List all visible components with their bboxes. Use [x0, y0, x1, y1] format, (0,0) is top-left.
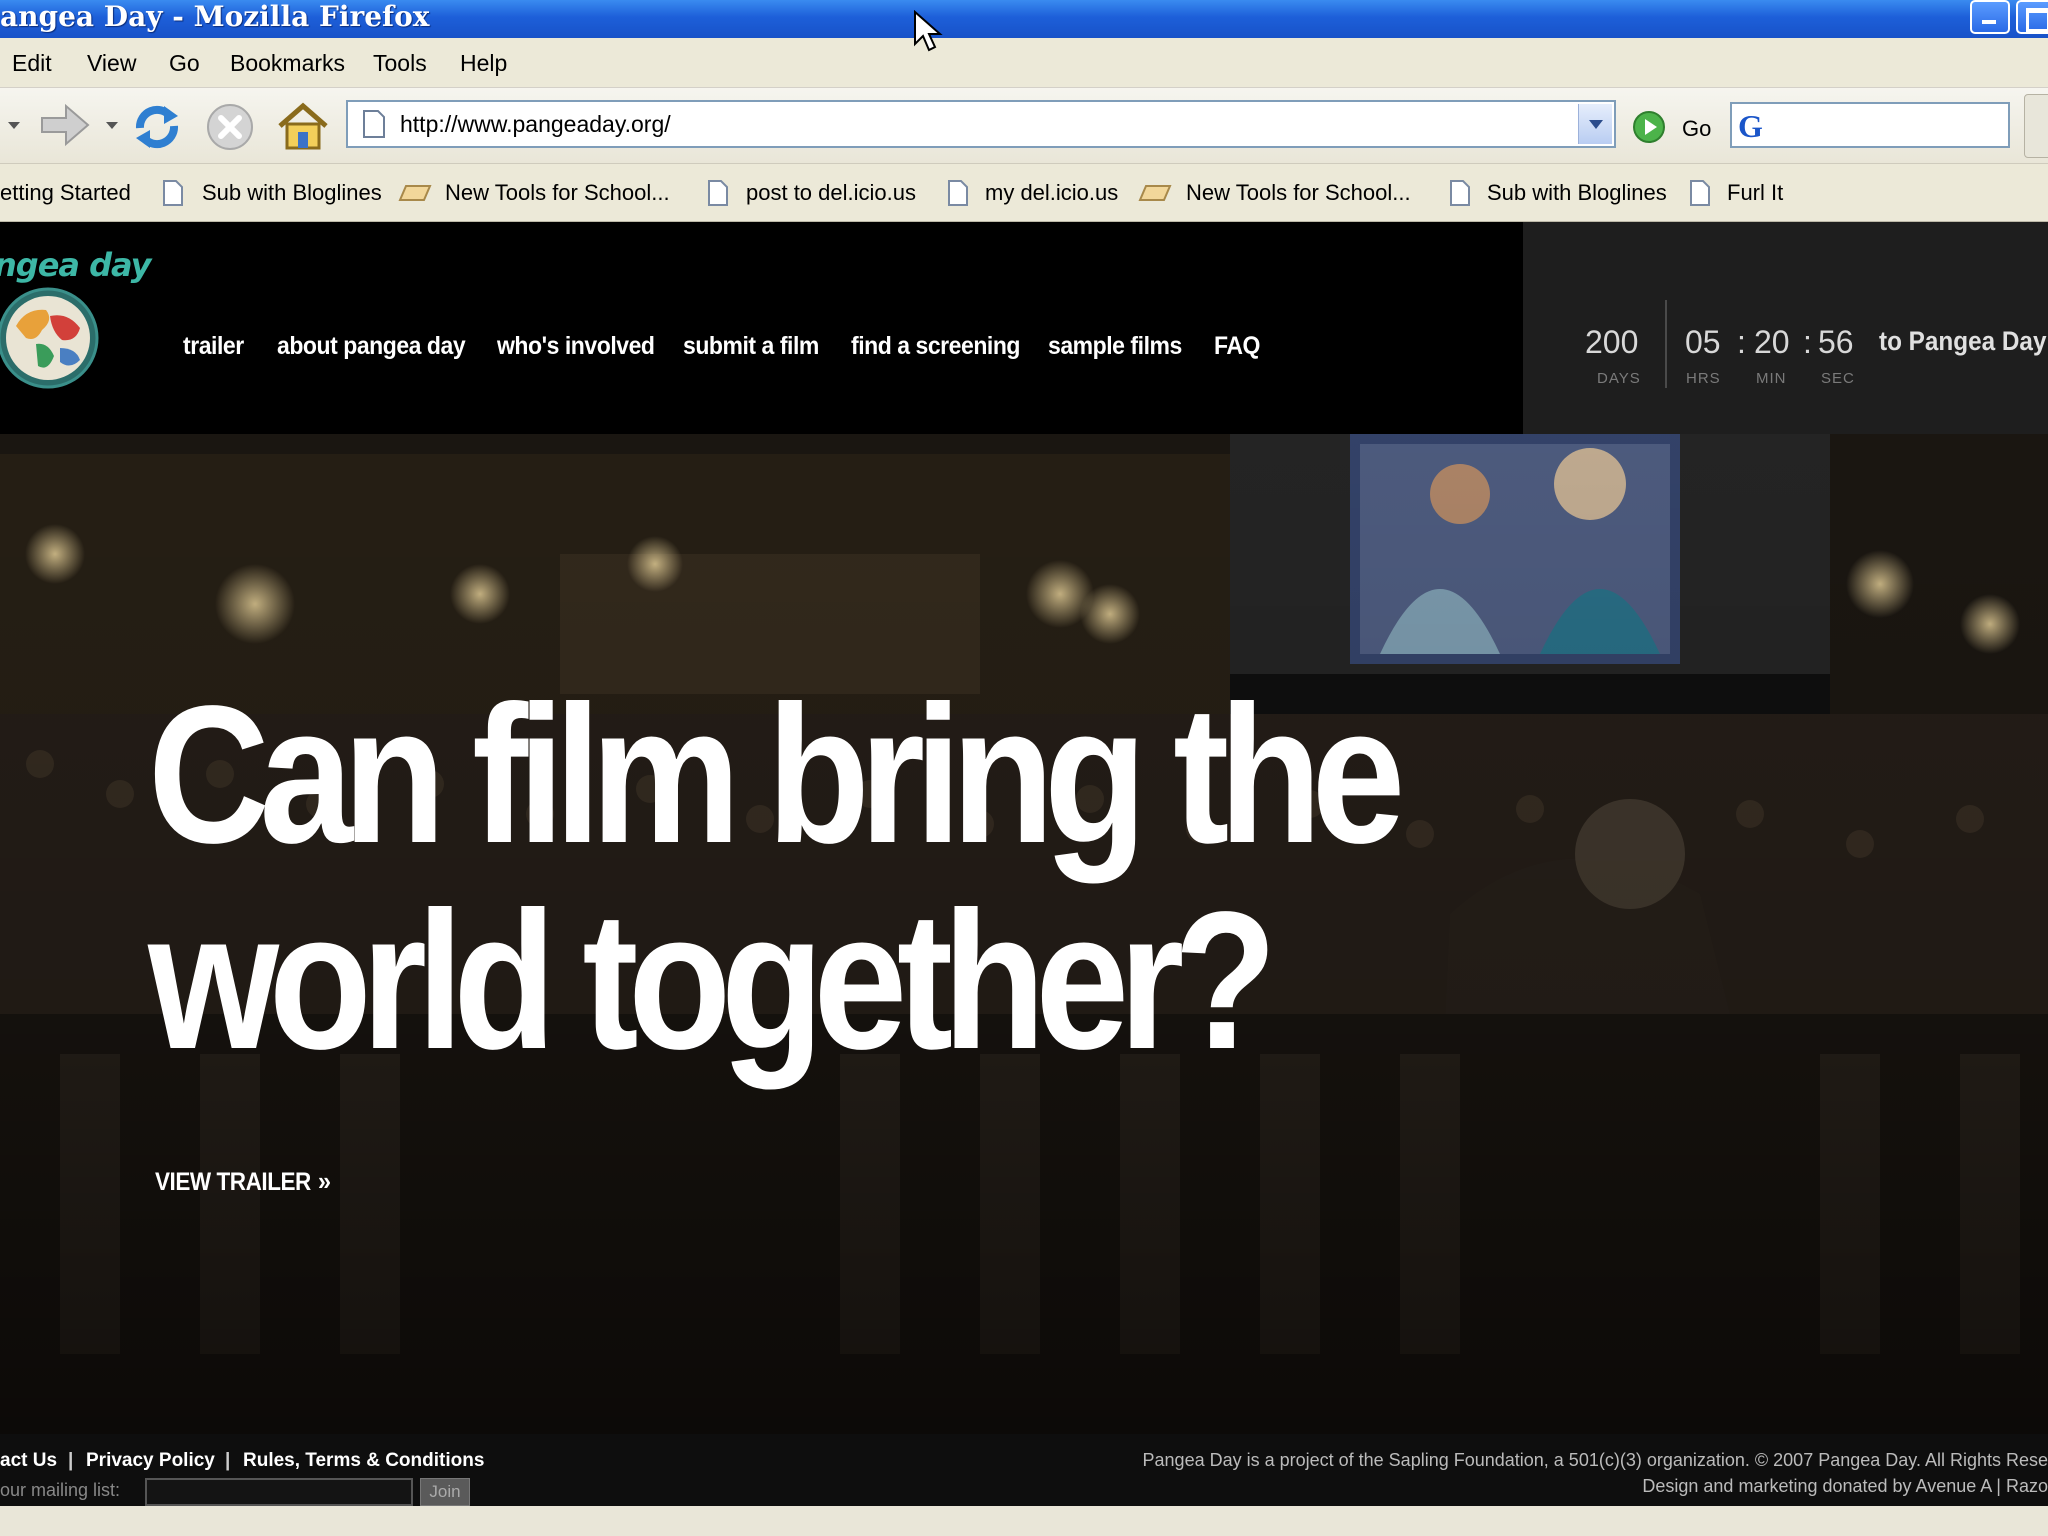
mailing-list-input[interactable]: [145, 1478, 413, 1506]
page-icon: [363, 110, 385, 138]
nav-trailer[interactable]: trailer: [183, 332, 244, 361]
view-trailer-label: VIEW TRAILER: [155, 1168, 311, 1196]
bookmark-post-delicious[interactable]: post to del.icio.us: [746, 180, 916, 206]
stop-icon[interactable]: [205, 102, 255, 152]
status-bar: [0, 1506, 2048, 1536]
nav-whos-involved[interactable]: who's involved: [497, 332, 655, 361]
forward-icon[interactable]: [38, 102, 92, 148]
menu-bar: Edit View Go Bookmarks Tools Help: [0, 38, 2048, 88]
window-title: angea Day - Mozilla Firefox: [0, 0, 430, 33]
footer-privacy-policy-link[interactable]: Privacy Policy: [86, 1450, 215, 1472]
sidebar-icon[interactable]: [2024, 94, 2048, 158]
site-logo-text[interactable]: ngea day: [0, 246, 151, 284]
double-chevron-right-icon: »: [318, 1166, 331, 1196]
nav-about[interactable]: about pangea day: [277, 332, 466, 361]
footer-separator: |: [225, 1450, 231, 1471]
navigation-toolbar: Go G: [0, 88, 2048, 164]
url-input[interactable]: [398, 106, 1548, 142]
bookmark-new-tools-2[interactable]: New Tools for School...: [1186, 180, 1411, 206]
countdown-timer: 200 DAYS 05 : 20 : 56 HRS MIN SEC to Pan…: [1523, 222, 2048, 434]
nav-submit-film[interactable]: submit a film: [683, 332, 819, 361]
menu-tools[interactable]: Tools: [373, 50, 427, 77]
countdown-colon: :: [1803, 324, 1812, 360]
home-icon[interactable]: [276, 102, 330, 152]
menu-bookmarks[interactable]: Bookmarks: [230, 50, 345, 77]
bookmark-sub-bloglines-2[interactable]: Sub with Bloglines: [1487, 180, 1667, 206]
window-titlebar: angea Day - Mozilla Firefox: [0, 0, 2048, 38]
footer-contact-us-link[interactable]: act Us: [0, 1450, 57, 1472]
bookmark-my-delicious[interactable]: my del.icio.us: [985, 180, 1118, 206]
bookmark-getting-started[interactable]: etting Started: [0, 180, 131, 206]
hero-banner: Can film bring the world together? VIEW …: [0, 434, 2048, 1434]
countdown-seconds: 56: [1818, 324, 1854, 360]
bookmark-page-icon: [708, 180, 728, 206]
footer-copyright: Pangea Day is a project of the Sapling F…: [1142, 1450, 2048, 1470]
hero-headline: Can film bring the world together?: [148, 672, 1405, 1084]
bookmark-folder-icon: [1138, 185, 1172, 201]
search-input[interactable]: [1780, 110, 2000, 140]
countdown-hours: 05: [1685, 324, 1721, 360]
mouse-cursor-icon: [914, 10, 943, 52]
maximize-icon[interactable]: [2016, 0, 2048, 34]
countdown-minutes: 20: [1754, 324, 1790, 360]
countdown-seconds-label: SEC: [1821, 370, 1855, 387]
forward-history-dropdown-icon[interactable]: [106, 122, 118, 129]
countdown-colon: :: [1737, 324, 1746, 360]
bookmark-folder-icon: [398, 185, 432, 201]
countdown-days: 200: [1585, 324, 1639, 360]
address-bar[interactable]: [346, 100, 1616, 148]
hero-headline-line-2: world together?: [148, 871, 1277, 1090]
menu-edit[interactable]: Edit: [12, 50, 52, 77]
countdown-days-label: DAYS: [1597, 370, 1641, 387]
countdown-suffix: to Pangea Day: [1879, 326, 2047, 356]
bookmark-page-icon: [1690, 180, 1710, 206]
reload-icon[interactable]: [130, 102, 184, 152]
web-page: ngea day trailer about pangea day who's …: [0, 222, 2048, 1536]
bookmark-new-tools-1[interactable]: New Tools for School...: [445, 180, 670, 206]
countdown-hours-label: HRS: [1686, 370, 1721, 387]
countdown-divider: [1665, 300, 1667, 388]
countdown-minutes-label: MIN: [1756, 370, 1787, 387]
footer-rules-terms-link[interactable]: Rules, Terms & Conditions: [243, 1450, 484, 1472]
site-header: ngea day trailer about pangea day who's …: [0, 222, 2048, 434]
minimize-icon[interactable]: [1970, 0, 2010, 34]
bookmark-page-icon: [948, 180, 968, 206]
go-icon[interactable]: [1632, 110, 1666, 144]
menu-help[interactable]: Help: [460, 50, 507, 77]
go-button[interactable]: Go: [1682, 116, 1711, 142]
google-search-icon[interactable]: G: [1738, 108, 1763, 145]
bookmarks-toolbar: etting Started Sub with Bloglines New To…: [0, 164, 2048, 222]
url-dropdown-icon[interactable]: [1578, 104, 1612, 144]
nav-find-screening[interactable]: find a screening: [851, 332, 1020, 361]
bookmark-sub-bloglines-1[interactable]: Sub with Bloglines: [202, 180, 382, 206]
nav-sample-films[interactable]: sample films: [1048, 332, 1182, 361]
join-button[interactable]: Join: [420, 1478, 470, 1506]
globe-logo-icon[interactable]: [0, 286, 100, 390]
footer-separator: |: [68, 1450, 74, 1471]
bookmark-page-icon: [1450, 180, 1470, 206]
back-history-dropdown-icon[interactable]: [8, 122, 20, 129]
bookmark-page-icon: [163, 180, 183, 206]
nav-faq[interactable]: FAQ: [1214, 332, 1260, 361]
menu-go[interactable]: Go: [169, 50, 200, 77]
hero-headline-line-1: Can film bring the: [148, 665, 1405, 884]
view-trailer-button[interactable]: VIEW TRAILER»: [155, 1166, 331, 1197]
search-box[interactable]: G: [1730, 102, 2010, 148]
footer-credits: Design and marketing donated by Avenue A…: [1642, 1476, 2048, 1496]
menu-view[interactable]: View: [87, 50, 136, 77]
bookmark-furl-it[interactable]: Furl It: [1727, 180, 1783, 206]
mailing-list-label: our mailing list:: [0, 1480, 121, 1500]
